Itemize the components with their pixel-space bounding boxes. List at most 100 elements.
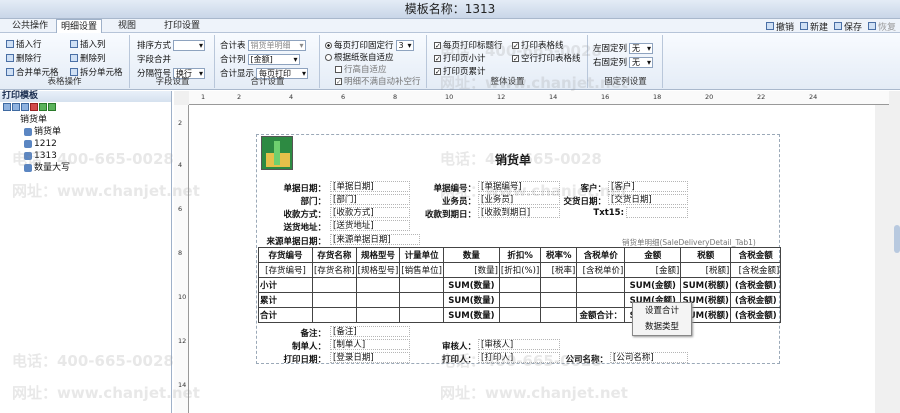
fixed-rows-radio[interactable] (325, 41, 332, 49)
table-cell[interactable] (355, 307, 401, 323)
field-label[interactable]: 审核人： (412, 340, 476, 352)
field-value[interactable]: [审核人] (478, 339, 560, 350)
sum-cell[interactable]: SUM(税额) (680, 277, 732, 293)
field-value[interactable]: [登录日期] (330, 352, 410, 363)
field-value[interactable]: [制单人] (330, 339, 410, 350)
fixed-rows-input[interactable]: 3 (395, 39, 414, 51)
left-fixed-select[interactable]: 无 (629, 42, 654, 54)
field-label[interactable]: 单据编号： (412, 182, 476, 194)
field-value[interactable]: [备注] (330, 326, 410, 337)
field-value[interactable]: [公司名称] (610, 352, 688, 363)
table-cell[interactable]: [销售单位] (399, 262, 444, 278)
menu-item-set-total[interactable]: 设置合计 (633, 303, 691, 319)
fill-rows-checkbox[interactable]: ✓ (335, 77, 342, 85)
export-template-icon[interactable] (48, 103, 56, 111)
field-value[interactable]: [收款方式] (330, 207, 410, 218)
save-template-icon[interactable] (12, 103, 20, 111)
table-cell[interactable] (312, 277, 357, 293)
field-label[interactable]: 客户： (562, 182, 606, 194)
undo-button[interactable]: 撤销 (765, 20, 794, 33)
amount-total-label[interactable]: 金额合计： (576, 307, 626, 323)
import-template-icon[interactable] (39, 103, 47, 111)
column-header[interactable]: 存货名称 (312, 247, 357, 263)
field-label[interactable]: 收款方式： (262, 208, 326, 220)
field-value[interactable] (626, 207, 688, 218)
print-lines-checkbox[interactable]: ✓ (512, 41, 519, 49)
column-header[interactable]: 存货编号 (258, 247, 313, 263)
empty-lines-checkbox[interactable]: ✓ (512, 54, 519, 62)
table-cell[interactable] (576, 292, 626, 308)
table-cell[interactable] (540, 277, 578, 293)
table-cell[interactable] (498, 292, 542, 308)
table-cell[interactable]: [存货名称] (312, 262, 357, 278)
field-value[interactable]: [送货地址] (330, 220, 410, 231)
sum-cell[interactable]: SUM(金额) (624, 277, 682, 293)
field-value[interactable]: [业务员] (478, 194, 560, 205)
total-table-select[interactable]: 销货单明细 (247, 39, 306, 51)
copy-template-icon[interactable] (21, 103, 29, 111)
field-value[interactable]: [交货日期] (608, 194, 688, 205)
field-label[interactable]: Txt15: (580, 208, 624, 218)
page-cumulative-checkbox[interactable]: ✓ (434, 67, 441, 75)
tree-item[interactable]: 销货单 (20, 126, 171, 138)
save-button[interactable]: 保存 (833, 20, 862, 33)
new-button[interactable]: 新建 (799, 20, 828, 33)
column-header[interactable]: 数量 (442, 247, 500, 263)
field-value[interactable]: [单据日期] (330, 181, 410, 192)
insert-row-button[interactable]: 插入行 (6, 38, 42, 50)
field-value[interactable]: [部门] (330, 194, 410, 205)
table-cell[interactable] (399, 307, 444, 323)
table-cell[interactable] (498, 307, 542, 323)
field-value[interactable]: [单据编号] (478, 181, 560, 192)
table-cell[interactable] (498, 277, 542, 293)
sum-cell[interactable]: (含税金额) (730, 277, 782, 293)
table-cell[interactable] (399, 292, 444, 308)
company-logo[interactable] (261, 136, 293, 170)
table-cell[interactable]: [金额] (624, 262, 682, 278)
field-merge-button[interactable]: 字段合并 (137, 53, 171, 65)
field-label[interactable]: 打印日期： (262, 353, 326, 365)
field-label[interactable]: 收款到期日： (412, 208, 476, 220)
row-height-option[interactable]: 行高自适应 (335, 63, 387, 75)
tree-item[interactable]: 数量大写 (20, 162, 171, 174)
field-label[interactable]: 公司名称： (556, 353, 608, 365)
restore-button[interactable]: 恢复 (867, 20, 896, 33)
sum-cell[interactable]: (含税金额) (730, 292, 782, 308)
table-cell[interactable]: [规格型号] (355, 262, 401, 278)
table-cell[interactable]: [存货编号] (258, 262, 313, 278)
sum-cell[interactable]: (含税金额) (730, 307, 782, 323)
field-label[interactable]: 备注： (262, 327, 326, 339)
column-header[interactable]: 含税金额 (730, 247, 782, 263)
field-label[interactable]: 打印人： (412, 353, 476, 365)
table-cell[interactable] (312, 307, 357, 323)
delete-row-button[interactable]: 删除行 (6, 52, 42, 64)
column-header[interactable]: 含税单价 (576, 247, 626, 263)
right-fixed-select[interactable]: 无 (629, 56, 654, 68)
table-cell[interactable] (576, 277, 626, 293)
panel-collapse-handle[interactable] (894, 225, 900, 253)
sum-cell[interactable]: SUM(数量) (442, 292, 500, 308)
table-cell[interactable]: [含税单价] (576, 262, 626, 278)
print-title-option[interactable]: ✓ 每页打印标题行 (434, 39, 503, 51)
tree-item[interactable]: 1212 (20, 138, 171, 150)
table-cell[interactable] (540, 292, 578, 308)
new-template-icon[interactable] (3, 103, 11, 111)
tab-common[interactable]: 公共操作 (8, 19, 52, 33)
table-cell[interactable]: [含税金额] (730, 262, 782, 278)
field-value[interactable]: [打印人] (478, 352, 560, 363)
field-label[interactable]: 制单人： (262, 340, 326, 352)
page-subtotal-checkbox[interactable]: ✓ (434, 54, 441, 62)
sort-select[interactable] (173, 39, 206, 51)
field-value[interactable]: [来源单据日期] (330, 234, 420, 245)
tree-item[interactable]: 1313 (20, 150, 171, 162)
table-cell[interactable] (399, 277, 444, 293)
column-header[interactable]: 折扣% (498, 247, 542, 263)
column-header[interactable]: 税率% (540, 247, 578, 263)
field-label[interactable]: 单据日期： (262, 182, 326, 194)
empty-lines-option[interactable]: ✓ 空行打印表格线 (512, 52, 581, 64)
insert-col-button[interactable]: 插入列 (70, 38, 106, 50)
row-label[interactable]: 小计 (258, 277, 313, 293)
row-height-checkbox[interactable] (335, 65, 342, 73)
tab-view[interactable]: 视图 (114, 19, 140, 33)
field-label[interactable]: 交货日期： (556, 195, 606, 207)
